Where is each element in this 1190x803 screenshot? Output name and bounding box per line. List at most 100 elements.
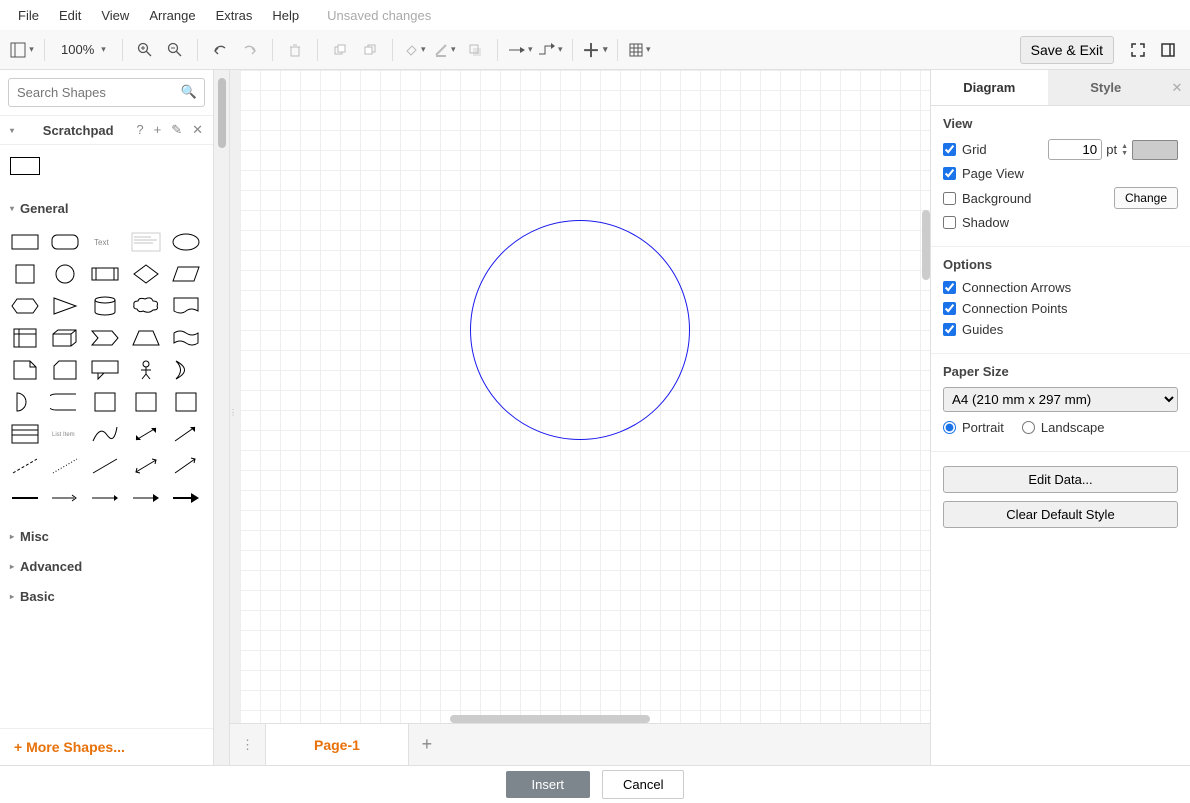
shape-text[interactable]: Text <box>88 229 122 255</box>
shape-internal-storage[interactable] <box>8 325 42 351</box>
shape-link4[interactable] <box>129 485 163 511</box>
tab-diagram[interactable]: Diagram <box>931 70 1048 105</box>
basic-header[interactable]: Basic <box>0 581 213 611</box>
search-icon[interactable]: 🔍 <box>181 84 197 100</box>
canvas-ellipse[interactable] <box>470 220 690 440</box>
cancel-button[interactable]: Cancel <box>602 770 684 799</box>
shape-or[interactable] <box>169 357 203 383</box>
general-header[interactable]: General <box>0 193 213 223</box>
shape-square[interactable] <box>8 261 42 287</box>
shape-link3[interactable] <box>88 485 122 511</box>
shape-line[interactable] <box>88 453 122 479</box>
guides-checkbox[interactable]: Guides <box>943 322 1003 337</box>
shape-cube[interactable] <box>48 325 82 351</box>
shape-container3[interactable] <box>169 389 203 415</box>
format-panel-icon[interactable] <box>1154 36 1182 64</box>
to-back-icon[interactable] <box>356 36 384 64</box>
left-scrollbar[interactable] <box>214 70 230 765</box>
change-bg-button[interactable]: Change <box>1114 187 1178 209</box>
add-page-button[interactable]: + <box>409 724 445 765</box>
shape-link1[interactable] <box>8 485 42 511</box>
h-scrollbar[interactable] <box>450 715 650 723</box>
line-color-icon[interactable] <box>431 36 459 64</box>
shape-container[interactable] <box>88 389 122 415</box>
misc-header[interactable]: Misc <box>0 521 213 551</box>
waypoint-icon[interactable] <box>536 36 564 64</box>
delete-icon[interactable] <box>281 36 309 64</box>
grid-size-input[interactable] <box>1048 139 1102 160</box>
menu-arrange[interactable]: Arrange <box>139 4 205 27</box>
pages-menu-icon[interactable]: ⋮ <box>230 724 266 765</box>
shape-and[interactable] <box>8 389 42 415</box>
clear-style-button[interactable]: Clear Default Style <box>943 501 1178 528</box>
paper-size-select[interactable]: A4 (210 mm x 297 mm) <box>943 387 1178 412</box>
menu-extras[interactable]: Extras <box>206 4 263 27</box>
v-scrollbar[interactable] <box>922 210 930 280</box>
background-checkbox[interactable]: Background <box>943 191 1031 206</box>
shape-document[interactable] <box>169 293 203 319</box>
shape-circle[interactable] <box>48 261 82 287</box>
canvas-paper[interactable] <box>240 70 930 723</box>
shape-roundrect[interactable] <box>48 229 82 255</box>
insert-icon[interactable]: ＋ <box>581 36 609 64</box>
zoom-out-icon[interactable] <box>161 36 189 64</box>
shape-link5[interactable] <box>169 485 203 511</box>
to-front-icon[interactable] <box>326 36 354 64</box>
shape-actor[interactable] <box>129 357 163 383</box>
conn-points-checkbox[interactable]: Connection Points <box>943 301 1068 316</box>
save-exit-button[interactable]: Save & Exit <box>1020 36 1114 64</box>
edit-data-button[interactable]: Edit Data... <box>943 466 1178 493</box>
landscape-radio[interactable]: Landscape <box>1022 420 1105 435</box>
shape-dir-line[interactable] <box>169 453 203 479</box>
shape-listitem[interactable]: List Item <box>48 421 82 447</box>
shape-callout[interactable] <box>88 357 122 383</box>
shape-container2[interactable] <box>129 389 163 415</box>
connection-icon[interactable] <box>506 36 534 64</box>
zoom-in-icon[interactable] <box>131 36 159 64</box>
shape-bidir-line[interactable] <box>129 453 163 479</box>
scratchpad-help-icon[interactable]: ? <box>136 122 143 138</box>
shape-cloud[interactable] <box>129 293 163 319</box>
menu-view[interactable]: View <box>91 4 139 27</box>
table-icon[interactable] <box>626 36 654 64</box>
shape-tape[interactable] <box>169 325 203 351</box>
grid-size-up[interactable]: ▲ <box>1121 143 1128 150</box>
shape-hexagon[interactable] <box>8 293 42 319</box>
shape-textbox[interactable] <box>129 229 163 255</box>
portrait-radio[interactable]: Portrait <box>943 420 1004 435</box>
shape-dotted-line[interactable] <box>48 453 82 479</box>
scratchpad-shape[interactable] <box>10 157 40 175</box>
shape-process[interactable] <box>88 261 122 287</box>
shape-dashed-line[interactable] <box>8 453 42 479</box>
grid-color-swatch[interactable] <box>1132 140 1178 160</box>
shape-parallelogram[interactable] <box>169 261 203 287</box>
shape-curve[interactable] <box>88 421 122 447</box>
menu-edit[interactable]: Edit <box>49 4 91 27</box>
shape-bidirarrow[interactable] <box>129 421 163 447</box>
undo-icon[interactable] <box>206 36 234 64</box>
menu-file[interactable]: File <box>8 4 49 27</box>
canvas[interactable]: ⋮ <box>230 70 930 723</box>
insert-button[interactable]: Insert <box>506 771 591 798</box>
shape-datastore[interactable] <box>48 389 82 415</box>
search-input[interactable] <box>8 78 205 107</box>
shape-triangle[interactable] <box>48 293 82 319</box>
scratchpad-add-icon[interactable]: + <box>154 122 162 138</box>
collapse-handle[interactable]: ⋮ <box>230 400 236 424</box>
view-mode-button[interactable] <box>8 36 36 64</box>
pageview-checkbox[interactable]: Page View <box>943 166 1024 181</box>
zoom-dropdown[interactable]: 100% <box>53 42 114 57</box>
more-shapes-button[interactable]: + More Shapes... <box>0 728 213 765</box>
shape-list[interactable] <box>8 421 42 447</box>
page-tab-1[interactable]: Page-1 <box>266 724 409 765</box>
shape-card[interactable] <box>48 357 82 383</box>
advanced-header[interactable]: Advanced <box>0 551 213 581</box>
fullscreen-icon[interactable] <box>1124 36 1152 64</box>
shape-arrow[interactable] <box>169 421 203 447</box>
shape-note[interactable] <box>8 357 42 383</box>
tab-style[interactable]: Style <box>1048 70 1165 105</box>
fill-color-icon[interactable] <box>401 36 429 64</box>
grid-checkbox[interactable]: Grid <box>943 142 987 157</box>
shape-trapezoid[interactable] <box>129 325 163 351</box>
panel-close-icon[interactable]: ✕ <box>1164 70 1190 105</box>
